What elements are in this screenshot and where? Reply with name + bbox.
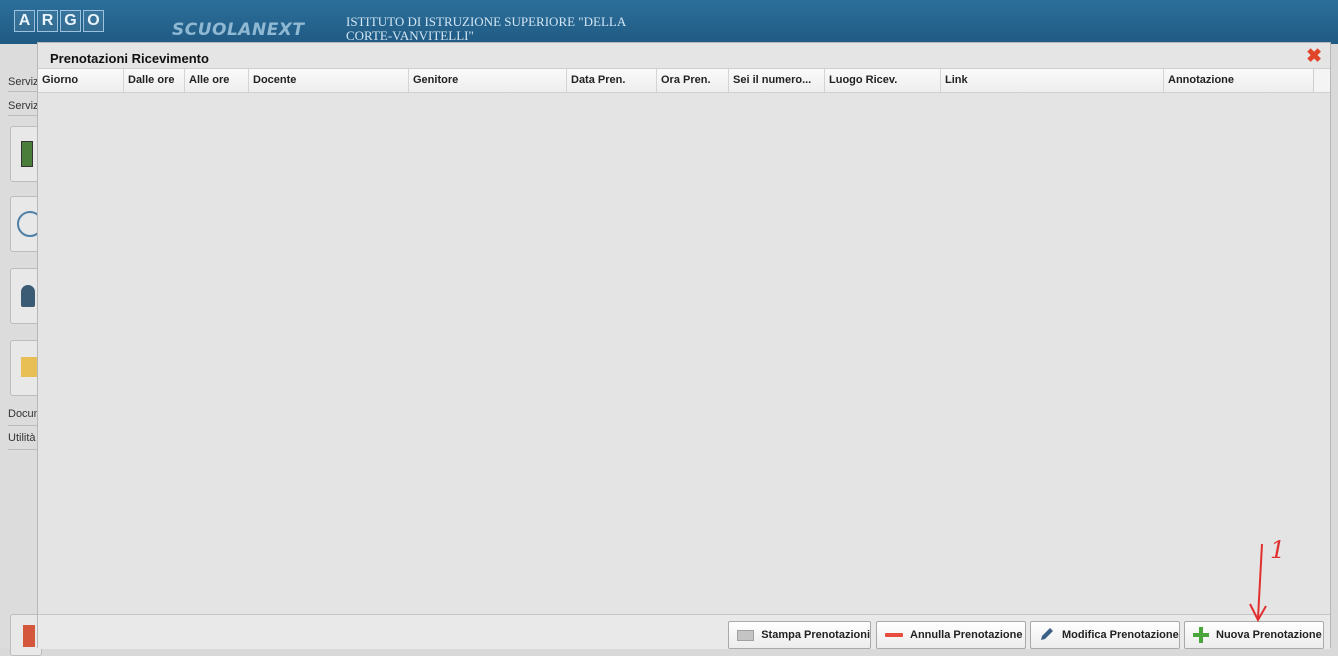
cancel-booking-button[interactable]: Annulla Prenotazione	[876, 621, 1026, 649]
scrollbar-corner	[1313, 69, 1330, 92]
logo-letter: R	[37, 10, 58, 32]
divider	[8, 449, 40, 450]
product-name: SCUOLANEXT	[172, 20, 305, 40]
pencil-icon	[1039, 626, 1055, 645]
sidebar: Serviz Serviz Docum Utilità	[0, 44, 43, 656]
argo-logo: A R G O	[14, 10, 104, 32]
divider	[8, 425, 40, 426]
sidebar-item-servizi[interactable]: Serviz	[8, 76, 39, 88]
column-alle-ore[interactable]: Alle ore	[185, 69, 249, 92]
column-luogo-ricev[interactable]: Luogo Ricev.	[825, 69, 941, 92]
table-body	[38, 93, 1330, 614]
close-icon[interactable]: ✖	[1306, 45, 1322, 68]
annotation-arrow	[1249, 543, 1267, 623]
column-data-pren[interactable]: Data Pren.	[567, 69, 657, 92]
divider	[8, 91, 40, 92]
column-annotazione[interactable]: Annotazione	[1164, 69, 1314, 92]
new-booking-label: Nuova Prenotazione	[1216, 629, 1322, 641]
divider	[8, 115, 40, 116]
column-sei-il-numero[interactable]: Sei il numero...	[729, 69, 825, 92]
column-giorno[interactable]: Giorno	[38, 69, 124, 92]
printer-icon	[737, 629, 755, 641]
print-bookings-label: Stampa Prenotazioni	[761, 629, 870, 641]
app-header: A R G O SCUOLANEXT ISTITUTO DI ISTRUZION…	[0, 0, 1338, 44]
minus-icon	[885, 633, 903, 637]
column-dalle-ore[interactable]: Dalle ore	[124, 69, 185, 92]
dialog-title: Prenotazioni Ricevimento	[50, 51, 209, 66]
column-ora-pren[interactable]: Ora Pren.	[657, 69, 729, 92]
logo-letter: O	[83, 10, 104, 32]
print-bookings-button[interactable]: Stampa Prenotazioni	[728, 621, 871, 649]
sidebar-item-servizi-2[interactable]: Serviz	[8, 100, 39, 112]
annotation-number: 1	[1270, 536, 1286, 564]
bookings-dialog: Prenotazioni Ricevimento ✖ Giorno Dalle …	[37, 42, 1331, 649]
logo-letter: G	[60, 10, 81, 32]
book-icon	[21, 141, 33, 167]
app-icon	[23, 625, 35, 647]
column-link[interactable]: Link	[941, 69, 1164, 92]
dialog-footer: Stampa Prenotazioni Annulla Prenotazione…	[38, 614, 1330, 649]
institute-name: ISTITUTO DI ISTRUZIONE SUPERIORE "DELLA …	[346, 15, 626, 41]
column-docente[interactable]: Docente	[249, 69, 409, 92]
logo-letter: A	[14, 10, 35, 32]
sidebar-item-utilita[interactable]: Utilità	[8, 432, 36, 444]
edit-booking-label: Modifica Prenotazione	[1062, 629, 1179, 641]
cancel-booking-label: Annulla Prenotazione	[910, 629, 1023, 641]
edit-booking-button[interactable]: Modifica Prenotazione	[1030, 621, 1180, 649]
column-genitore[interactable]: Genitore	[409, 69, 567, 92]
folder-icon	[21, 357, 37, 377]
user-icon	[21, 285, 35, 307]
plus-icon	[1193, 627, 1209, 643]
table-header: Giorno Dalle ore Alle ore Docente Genito…	[38, 68, 1330, 93]
